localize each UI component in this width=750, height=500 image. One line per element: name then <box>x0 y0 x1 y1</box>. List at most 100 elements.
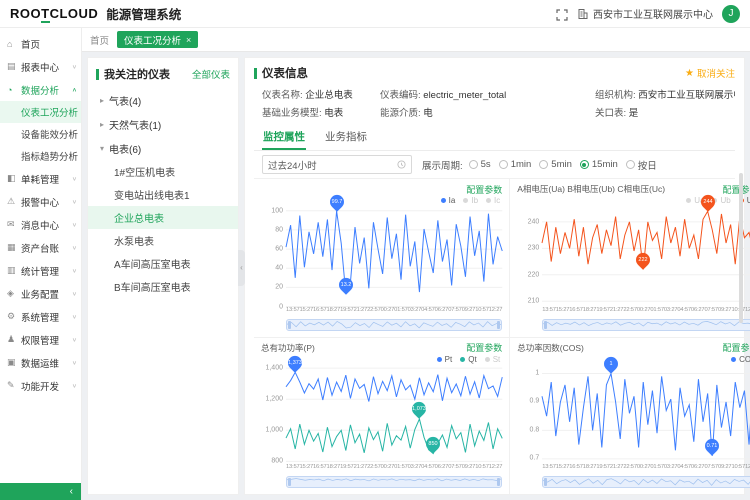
sidebar-item-系统管理[interactable]: ⚙系统管理∨ <box>0 305 81 328</box>
sidebar-item-首页[interactable]: ⌂首页 <box>0 32 81 55</box>
sidebar-item-消息中心[interactable]: ✉消息中心∨ <box>0 213 81 236</box>
legend-item-Ib[interactable]: Ib <box>463 196 478 205</box>
x-tick-label: 01:57 <box>650 464 664 473</box>
x-tick-label: 06:27 <box>435 307 449 316</box>
x-tick-label: 13:57 <box>286 307 300 316</box>
legend-dot <box>485 357 490 362</box>
configure-params-link[interactable]: 配置参数 <box>466 183 502 196</box>
info-field-仪表编码: 仪表编码: electric_meter_total <box>380 87 595 101</box>
legend-label: St <box>493 355 501 364</box>
analysis-icon: ◔ <box>7 85 18 95</box>
y-tick-label: 1,000 <box>265 426 283 433</box>
legend-item-Qt[interactable]: Qt <box>460 355 476 364</box>
meter-info-card: 仪表信息 ★ 取消关注 仪表名称: 企业总电表仪表编码: electric_me… <box>244 57 745 495</box>
sidebar-item-label: 权限管理 <box>21 333 72 347</box>
x-tick-label: 19:57 <box>340 464 354 473</box>
x-tick-label: 10:57 <box>475 464 489 473</box>
user-avatar[interactable]: J <box>722 5 740 23</box>
x-tick-label: 12:27 <box>489 307 503 316</box>
sidebar-item-权限管理[interactable]: ♟权限管理∨ <box>0 328 81 351</box>
tree-leaf-变电站出线电表1[interactable]: 变电站出线电表1 <box>88 183 238 206</box>
sidebar-item-数据分析[interactable]: ◔数据分析∧ <box>0 78 81 101</box>
plot-area: 244222 <box>542 206 750 307</box>
configure-params-link[interactable]: 配置参数 <box>722 183 750 196</box>
data-zoom-slider[interactable] <box>542 476 750 488</box>
plot-area: 10.71 <box>542 365 750 465</box>
period-radio-15min[interactable]: 15min <box>580 159 618 170</box>
legend-item-Ia[interactable]: Ia <box>441 196 456 205</box>
info-field-value: 是 <box>629 108 639 119</box>
period-radio-1min[interactable]: 1min <box>499 159 532 170</box>
tab-close-icon[interactable]: × <box>186 35 191 45</box>
data-zoom-slider[interactable] <box>286 319 502 331</box>
sidebar-collapse-button[interactable]: ‹ <box>0 483 81 500</box>
x-tick-label: 22:57 <box>623 464 637 473</box>
tree-group-气表(4)[interactable]: ▸气表(4) <box>88 88 238 112</box>
legend-item-Ic[interactable]: Ic <box>486 196 500 205</box>
time-range-select[interactable]: 过去24小时 <box>262 155 412 174</box>
tree-group-label: 电表(6) <box>109 141 141 156</box>
organization-switcher[interactable]: 西安市工业互联网展示中心 <box>577 6 713 21</box>
y-tick-label: 1 <box>535 370 539 377</box>
period-radio-5s[interactable]: 5s <box>469 159 491 170</box>
tree-leaf-A车间高压室电表[interactable]: A车间高压室电表 <box>88 252 238 275</box>
panel-collapse-handle[interactable]: ‹ <box>238 250 245 286</box>
legend-item-St[interactable]: St <box>485 355 501 364</box>
home-icon: ⌂ <box>7 39 18 49</box>
y-tick-label: 0.8 <box>530 426 540 433</box>
sidebar-item-报表中心[interactable]: ▤报表中心∨ <box>0 55 81 78</box>
tab-监控属性[interactable]: 监控属性 <box>262 125 306 150</box>
meter-info-grid: 仪表名称: 企业总电表仪表编码: electric_meter_total组织机… <box>262 87 735 119</box>
caret-right-icon: ▸ <box>100 120 104 129</box>
sidebar-subitem-指标趋势分析[interactable]: 指标趋势分析 <box>0 145 81 167</box>
unfollow-label: 取消关注 <box>697 66 735 80</box>
legend-item-Pt[interactable]: Pt <box>437 355 453 364</box>
period-label: 展示周期: <box>422 158 463 172</box>
period-radio-按日[interactable]: 按日 <box>626 158 657 172</box>
all-meters-link[interactable]: 全部仪表 <box>192 67 230 81</box>
chevron-down-icon: ∨ <box>72 63 77 69</box>
chart-title: 总有功功率(P) <box>261 342 466 354</box>
tree-leaf-B车间高压室电表[interactable]: B车间高压室电表 <box>88 275 238 298</box>
chevron-up-icon: ∧ <box>72 86 77 92</box>
caret-right-icon: ▸ <box>100 96 104 105</box>
tree-group-天然气表(1)[interactable]: ▸天然气表(1) <box>88 112 238 136</box>
data-zoom-slider[interactable] <box>286 476 502 488</box>
sidebar-item-单耗管理[interactable]: ◧单耗管理∨ <box>0 167 81 190</box>
fullscreen-icon[interactable] <box>556 8 568 20</box>
sidebar-item-功能开发[interactable]: ✎功能开发∨ <box>0 374 81 397</box>
x-tick-label: 15:27 <box>556 307 570 316</box>
tree-leaf-企业总电表[interactable]: 企业总电表 <box>88 206 238 229</box>
x-tick-label: 09:27 <box>462 307 476 316</box>
x-tick-label: 07:57 <box>448 307 462 316</box>
top-header: ROOTCLOUD 能源管理系统 西安市工业互联网展示中心 J <box>0 0 750 28</box>
scrollbar-thumb[interactable] <box>739 173 743 323</box>
tree-leaf-1#空压机电表[interactable]: 1#空压机电表 <box>88 160 238 183</box>
sidebar-subitem-设备能效分析[interactable]: 设备能效分析 <box>0 123 81 145</box>
sidebar-item-业务配置[interactable]: ◈业务配置∨ <box>0 282 81 305</box>
configure-params-link[interactable]: 配置参数 <box>722 341 750 354</box>
x-tick-label: 09:27 <box>462 464 476 473</box>
sidebar-item-资产台账[interactable]: ▦资产台账∨ <box>0 236 81 259</box>
sidebar-item-报警中心[interactable]: ⚠报警中心∨ <box>0 190 81 213</box>
sidebar-item-统计管理[interactable]: ▥统计管理∨ <box>0 259 81 282</box>
radio-dot <box>499 160 508 169</box>
sidebar-subitem-仪表工况分析[interactable]: 仪表工况分析 <box>0 101 81 123</box>
configure-params-link[interactable]: 配置参数 <box>466 341 502 354</box>
unfollow-button[interactable]: ★ 取消关注 <box>685 66 735 80</box>
period-radio-5min[interactable]: 5min <box>539 159 572 170</box>
breadcrumb[interactable]: 首页 <box>90 33 109 47</box>
tab-instrument-analysis[interactable]: 仪表工况分析 × <box>117 31 198 48</box>
data-zoom-slider[interactable] <box>542 319 750 331</box>
tree-leaf-水泵电表[interactable]: 水泵电表 <box>88 229 238 252</box>
sidebar-item-数据运维[interactable]: ▣数据运维∨ <box>0 351 81 374</box>
legend-item-COS[interactable]: COS <box>731 355 750 364</box>
tab-业务指标[interactable]: 业务指标 <box>324 125 368 150</box>
tab-label: 仪表工况分析 <box>124 33 181 47</box>
tree-group-电表(6)[interactable]: ▾电表(6) <box>88 136 238 160</box>
info-field-能源介质: 能源介质: 电 <box>380 105 595 119</box>
tab-bar: 首页 仪表工况分析 × <box>82 28 750 52</box>
logo: ROOTCLOUD <box>10 6 98 21</box>
chevron-down-icon: ∨ <box>72 359 77 365</box>
x-tick-label: 10:57 <box>731 464 745 473</box>
